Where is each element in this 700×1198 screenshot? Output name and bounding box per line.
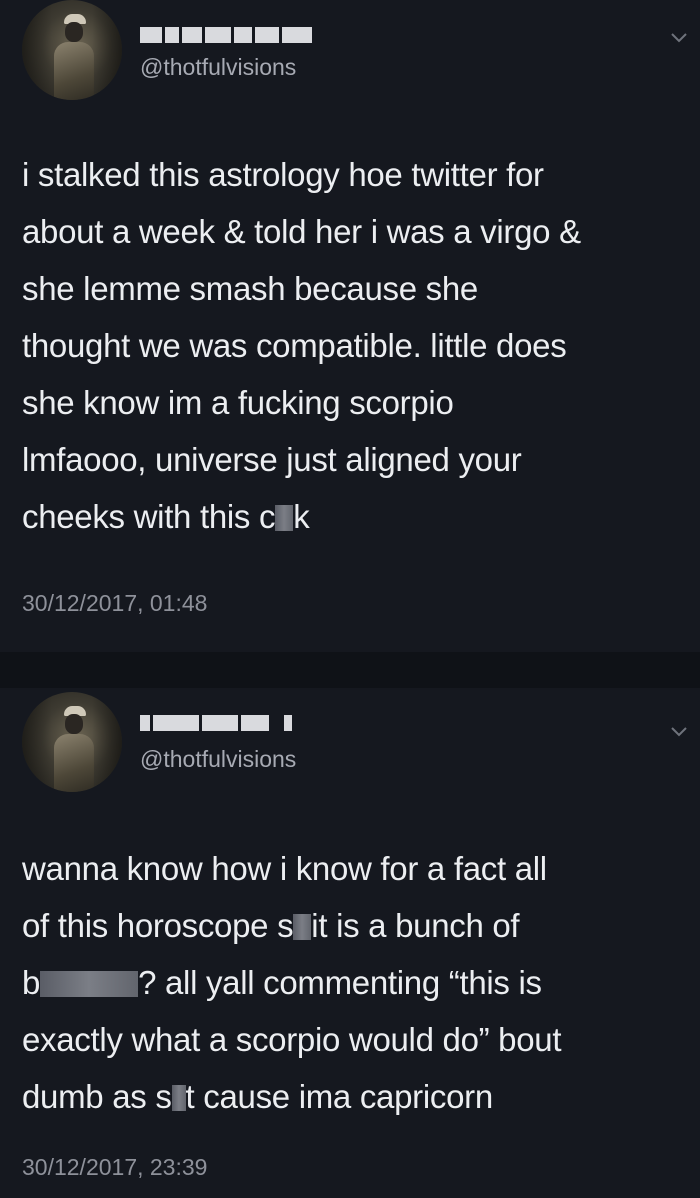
tweet-line: b ? all yall commenting “this is: [22, 954, 692, 1011]
tweet-fragment: dumb as s: [22, 1078, 172, 1115]
avatar[interactable]: [22, 692, 122, 792]
tweet-line: she know im a fucking scorpio: [22, 384, 454, 421]
user-handle[interactable]: @thotfulvisions: [140, 54, 296, 81]
tweet-fragment: t cause ima capricorn: [185, 1078, 494, 1115]
tweet-line: wanna know how i know for a fact all: [22, 850, 547, 887]
tweet-text: i stalked this astrology hoe twitter for…: [22, 146, 692, 545]
user-handle[interactable]: @thotfulvisions: [140, 746, 296, 773]
tweet-fragment: ? all yall commenting “this is: [138, 964, 542, 1001]
tweet-1: @thotfulvisions i stalked this astrology…: [0, 0, 700, 652]
tweet-line: thought we was compatible. little does: [22, 327, 567, 364]
censor-blur: [40, 971, 139, 997]
tweet-fragment: it is a bunch of: [311, 907, 520, 944]
tweet-line: dumb as s t cause ima capricorn: [22, 1068, 692, 1125]
tweet-line: exactly what a scorpio would do” bout: [22, 1021, 562, 1058]
tweet-fragment: k: [293, 498, 310, 535]
tweet-line: she lemme smash because she: [22, 270, 478, 307]
tweet-fragment: cheeks with this c: [22, 498, 276, 535]
divider: [0, 652, 700, 688]
tweet-line: of this horoscope s it is a bunch of: [22, 897, 692, 954]
tweet-fragment: b: [22, 964, 41, 1001]
avatar[interactable]: [22, 0, 122, 100]
display-name-redacted[interactable]: [140, 24, 312, 46]
tweet-line: lmfaooo, universe just aligned your: [22, 441, 522, 478]
tweet-text: wanna know how i know for a fact all of …: [22, 840, 692, 1125]
tweet-line: about a week & told her i was a virgo &: [22, 213, 581, 250]
tweet-line: i stalked this astrology hoe twitter for: [22, 156, 544, 193]
display-name-redacted[interactable]: [140, 712, 292, 734]
timestamp[interactable]: 30/12/2017, 01:48: [22, 590, 207, 617]
censor-blur: [293, 914, 312, 940]
censor-blur: [171, 1085, 186, 1111]
tweet-line: cheeks with this c k: [22, 488, 692, 545]
chevron-down-icon[interactable]: [670, 28, 688, 46]
censor-blur: [275, 505, 294, 531]
tweet-2: @thotfulvisions wanna know how i know fo…: [0, 688, 700, 1198]
tweet-fragment: of this horoscope s: [22, 907, 294, 944]
timestamp[interactable]: 30/12/2017, 23:39: [22, 1154, 207, 1181]
chevron-down-icon[interactable]: [670, 722, 688, 740]
